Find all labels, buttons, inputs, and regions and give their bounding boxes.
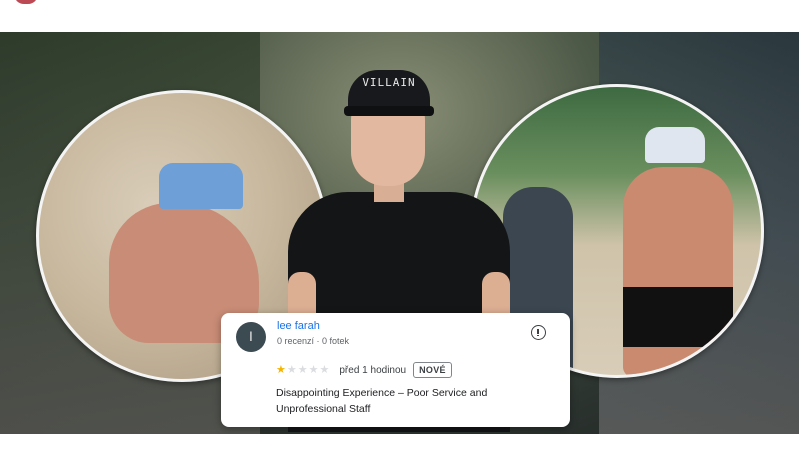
star-icon: ★	[297, 363, 308, 376]
reviewer-name[interactable]: lee farah	[277, 320, 320, 332]
shorts	[623, 287, 733, 347]
cap-text: VILLAIN	[362, 76, 416, 89]
reviewer-avatar[interactable]: l	[236, 322, 266, 352]
cap-brim	[344, 106, 434, 116]
site-logo-icon	[14, 0, 38, 4]
star-rating: ★ ★ ★ ★ ★	[276, 363, 330, 376]
info-icon[interactable]	[531, 325, 546, 340]
review-card: l lee farah 0 recenzí · 0 fotek ★ ★ ★ ★ ★ př…	[221, 313, 570, 427]
new-badge: NOVÉ	[413, 362, 452, 378]
blue-cap	[159, 163, 243, 209]
white-blue-cap	[645, 127, 705, 163]
star-icon: ★	[286, 363, 297, 376]
star-icon: ★	[308, 363, 319, 376]
star-icon: ★	[276, 363, 286, 376]
star-icon: ★	[319, 363, 330, 376]
page-bottom	[0, 434, 799, 450]
rating-row: ★ ★ ★ ★ ★ před 1 hodinou NOVÉ	[276, 361, 452, 379]
review-time: před 1 hodinou	[339, 364, 407, 376]
review-text: Disappointing Experience – Poor Service …	[276, 387, 488, 415]
reviewer-stats: 0 recenzí · 0 fotek	[277, 336, 350, 346]
